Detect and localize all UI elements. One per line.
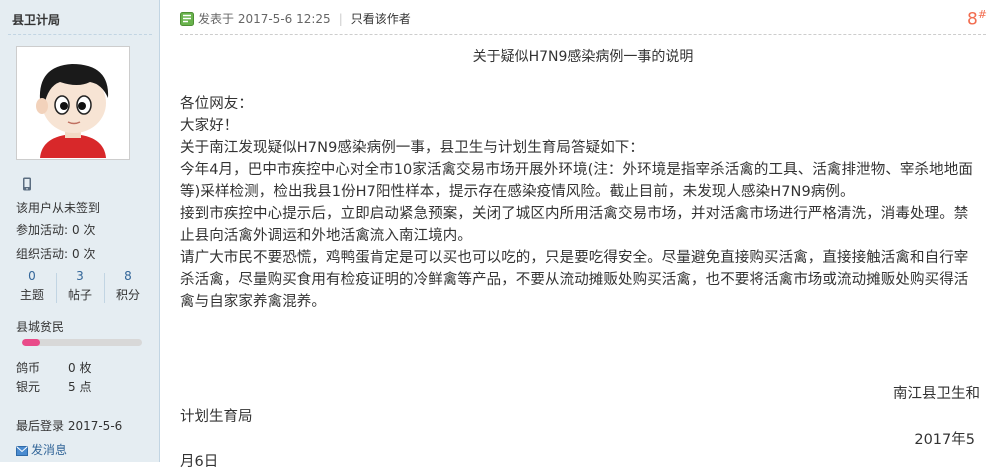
- org-activity-count: 组织活动: 0 次: [16, 245, 96, 262]
- envelope-icon: [16, 446, 28, 456]
- stat-threads[interactable]: 0 主题: [8, 269, 56, 303]
- stat-posts[interactable]: 3 帖子: [56, 269, 104, 303]
- post-paragraph: 接到市疾控中心提示后，立即启动紧急预案，关闭了城区内所用活禽交易市场，并对活禽市…: [180, 206, 969, 244]
- level-progress-fill: [22, 339, 40, 346]
- author-only-link[interactable]: 只看该作者: [351, 12, 411, 26]
- stat-credits[interactable]: 8 积分: [104, 269, 152, 303]
- signature-date: 2017年5: [914, 432, 975, 448]
- currency-pigeon-coins: 鸽币 0 枚: [16, 359, 91, 376]
- currency-silver-dollars: 银元 5 点: [16, 378, 91, 395]
- post-meta: 发表于 2017-5-6 12:25 | 只看该作者: [180, 10, 411, 27]
- last-login: 最后登录 2017-5-6: [16, 419, 123, 433]
- floor-mark: #: [977, 8, 987, 21]
- header-divider: [180, 34, 986, 35]
- meta-separator: |: [338, 12, 343, 26]
- stat-threads-value[interactable]: 0: [8, 269, 56, 283]
- join-activity-value: 0 次: [72, 223, 96, 237]
- currency-label: 鸽币: [16, 361, 41, 375]
- author-sidebar: 县卫计局 该用户从未签到 参加活动: 0 次 组织活动: 0 次 0 主题 3 …: [0, 0, 160, 462]
- checkin-status: 该用户从未签到: [16, 201, 101, 215]
- send-message-label: 发消息: [31, 443, 68, 457]
- join-activity-count: 参加活动: 0 次: [16, 221, 96, 238]
- stat-credits-value[interactable]: 8: [104, 269, 152, 283]
- post-paragraph: 请广大市民不要恐慌，鸡鸭蛋肯定是可以买也可以吃的，只是要吃得安全。尽量避免直接购…: [180, 250, 969, 310]
- currency-label: 银元: [16, 380, 41, 394]
- post-status-icon: [180, 12, 194, 26]
- post-paragraph: 各位网友：: [180, 96, 253, 112]
- post-paragraph: 大家好！: [180, 118, 239, 134]
- post-paragraph: 关于南江发现疑似H7N9感染病例一事，县卫生与计划生育局答疑如下：: [180, 140, 644, 156]
- user-level[interactable]: 县城贫民: [16, 318, 64, 335]
- org-activity-value: 0 次: [72, 247, 96, 261]
- org-activity-label: 组织活动:: [16, 247, 69, 261]
- floor-number[interactable]: 8#: [967, 8, 987, 30]
- post-timestamp: 发表于 2017-5-6 12:25: [198, 12, 331, 26]
- stat-posts-label: 帖子: [67, 288, 92, 302]
- avatar-image: [18, 48, 128, 158]
- send-message-button[interactable]: 发消息: [16, 441, 67, 458]
- stat-threads-label: 主题: [19, 288, 44, 302]
- signature-org: 南江县卫生和: [893, 386, 980, 402]
- join-activity-label: 参加活动:: [16, 223, 69, 237]
- level-progress-bar: [22, 339, 142, 346]
- avatar[interactable]: [16, 46, 130, 160]
- post-paragraph: 今年4月，巴中市疾控中心对全市10家活禽交易市场开展外环境(注：外环境是指宰杀活…: [180, 162, 973, 200]
- stat-posts-value[interactable]: 3: [56, 269, 104, 283]
- post-body: 各位网友： 大家好！ 关于南江发现疑似H7N9感染病例一事，县卫生与计划生育局答…: [180, 93, 980, 313]
- post-title: 关于疑似H7N9感染病例一事的说明: [472, 49, 694, 65]
- sidebar-divider: [8, 34, 152, 35]
- signature-org-continued: 计划生育局: [180, 409, 253, 425]
- floor-value: 8: [966, 9, 978, 30]
- mobile-phone-icon: [22, 176, 32, 195]
- signature-date-continued: 月6日: [180, 454, 219, 470]
- currency-value: 5 点: [68, 380, 92, 394]
- stat-credits-label: 积分: [115, 288, 140, 302]
- author-name[interactable]: 县卫计局: [12, 11, 60, 28]
- currency-value: 0 枚: [68, 361, 92, 375]
